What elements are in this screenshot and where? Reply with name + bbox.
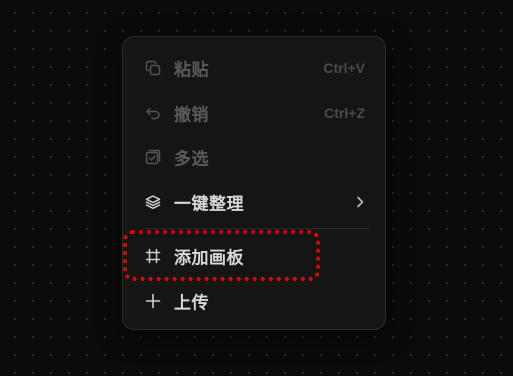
menu-item-label: 撤销 [174,105,209,126]
frame-icon [143,246,163,266]
checkbox-stack-icon [143,147,163,167]
menu-item-paste[interactable]: 粘贴 Ctrl+V [123,48,385,88]
menu-item-label: 一键整理 [174,194,244,215]
shortcut-hint: Ctrl+Z [324,105,365,121]
menu-item-label: 添加画板 [174,248,244,269]
menu-item-label: 上传 [174,293,209,314]
copy-icon [143,58,163,78]
chevron-right-icon [353,195,367,209]
context-menu: 粘贴 Ctrl+V 撤销 Ctrl+Z 多选 一键整理 添加画板 上传 [122,36,386,330]
plus-icon [143,291,163,311]
layers-icon [143,192,163,212]
menu-item-label: 多选 [174,149,209,170]
shortcut-hint: Ctrl+V [323,60,365,76]
menu-item-multi-select[interactable]: 多选 [123,137,385,177]
menu-item-label: 粘贴 [174,60,209,81]
menu-divider [143,228,369,229]
menu-item-upload[interactable]: 上传 [123,281,385,321]
undo-icon [143,103,163,123]
menu-item-organize[interactable]: 一键整理 [123,182,385,222]
menu-item-undo[interactable]: 撤销 Ctrl+Z [123,93,385,133]
menu-item-add-board[interactable]: 添加画板 [123,236,385,276]
